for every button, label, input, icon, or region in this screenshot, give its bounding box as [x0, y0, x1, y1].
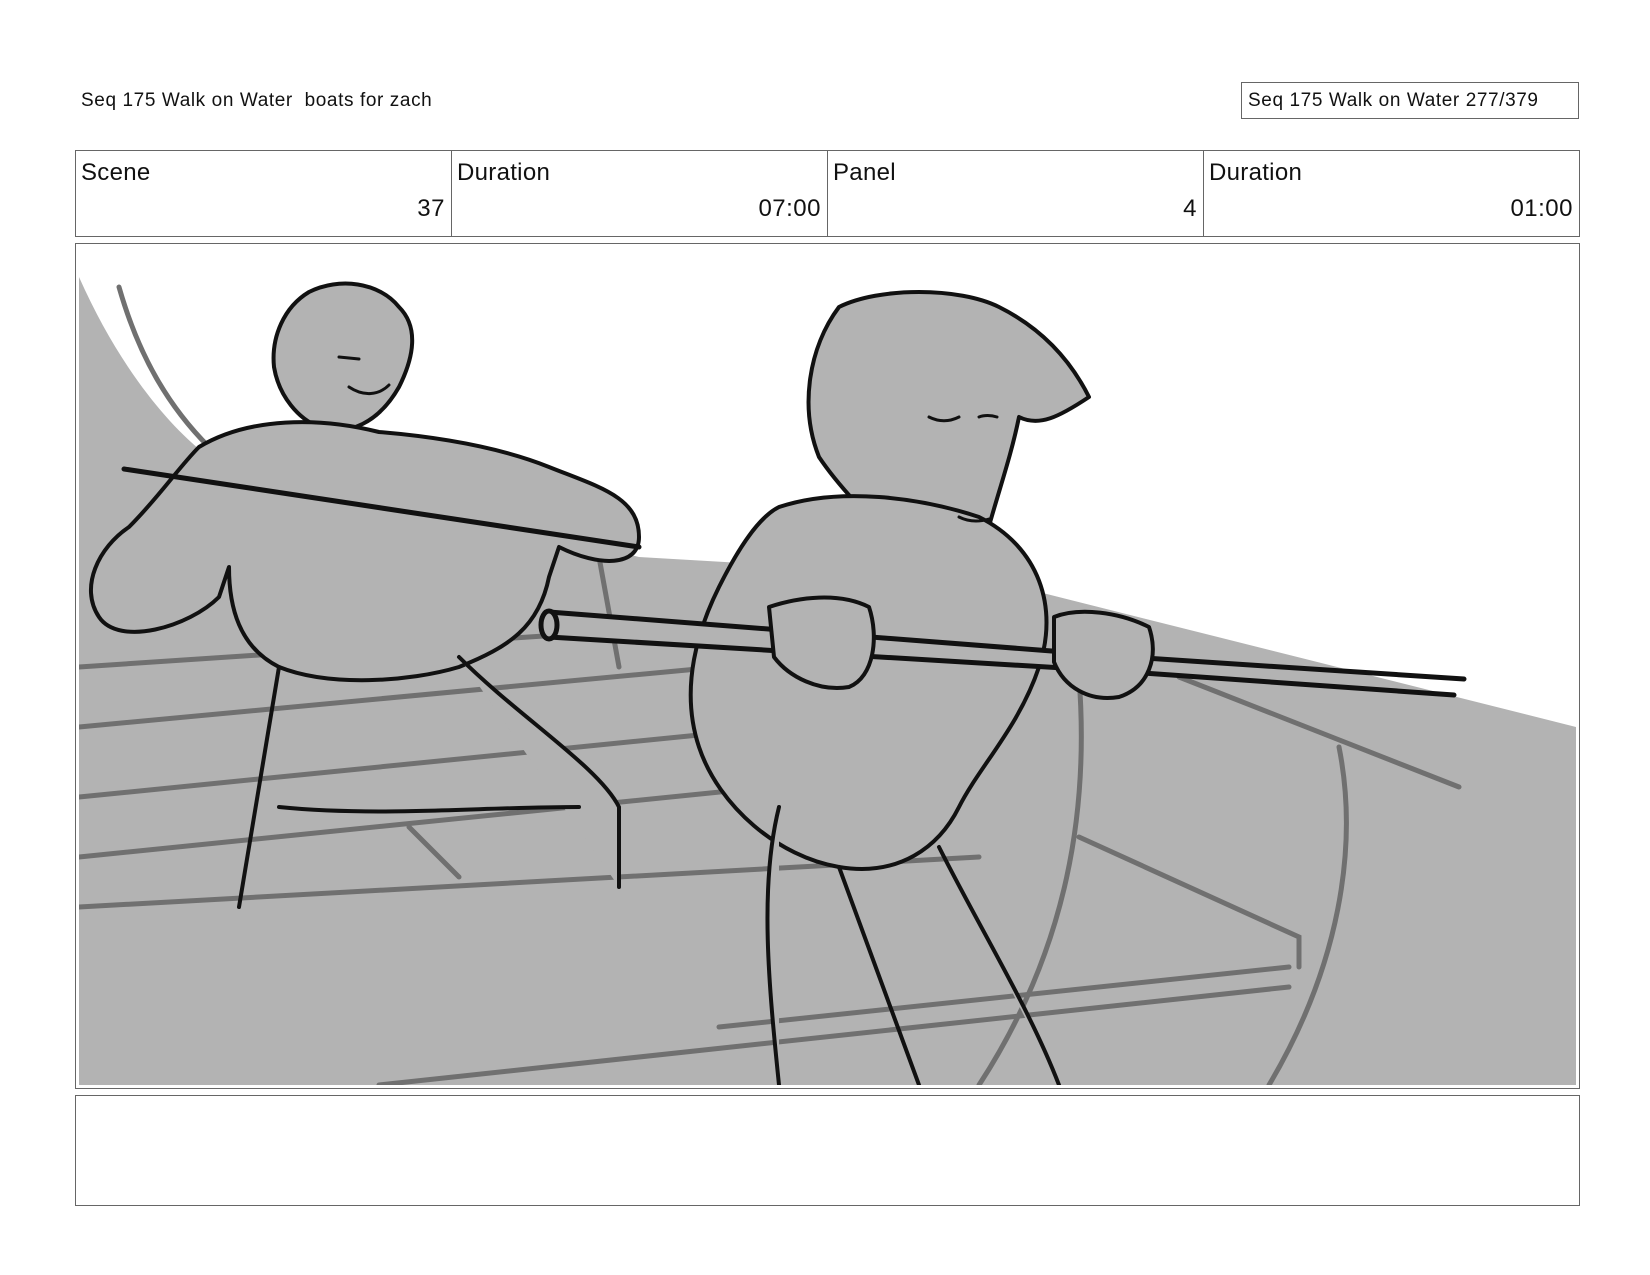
scene-number: 37	[417, 195, 445, 222]
panel-cell: Panel 4	[828, 151, 1204, 236]
panel-info-table: Scene 37 Duration 07:00 Panel 4 Duration…	[75, 150, 1580, 237]
scene-label: Scene	[81, 159, 151, 186]
scene-duration-cell: Duration 07:00	[452, 151, 828, 236]
storyboard-sketch-image	[79, 247, 1576, 1085]
panel-label: Panel	[833, 159, 896, 186]
panel-number: 4	[1183, 195, 1197, 222]
scene-duration-value: 07:00	[758, 195, 821, 222]
panel-duration-value: 01:00	[1510, 195, 1573, 222]
scene-cell: Scene 37	[76, 151, 452, 236]
panel-duration-label: Duration	[1209, 159, 1303, 186]
page-counter: Seq 175 Walk on Water 277/379	[1241, 82, 1579, 119]
panel-notes-box	[75, 1095, 1580, 1206]
sequence-title: Seq 175 Walk on Water boats for zach	[81, 90, 433, 111]
scene-duration-label: Duration	[457, 159, 551, 186]
storyboard-panel	[75, 243, 1580, 1089]
panel-duration-cell: Duration 01:00	[1204, 151, 1579, 236]
